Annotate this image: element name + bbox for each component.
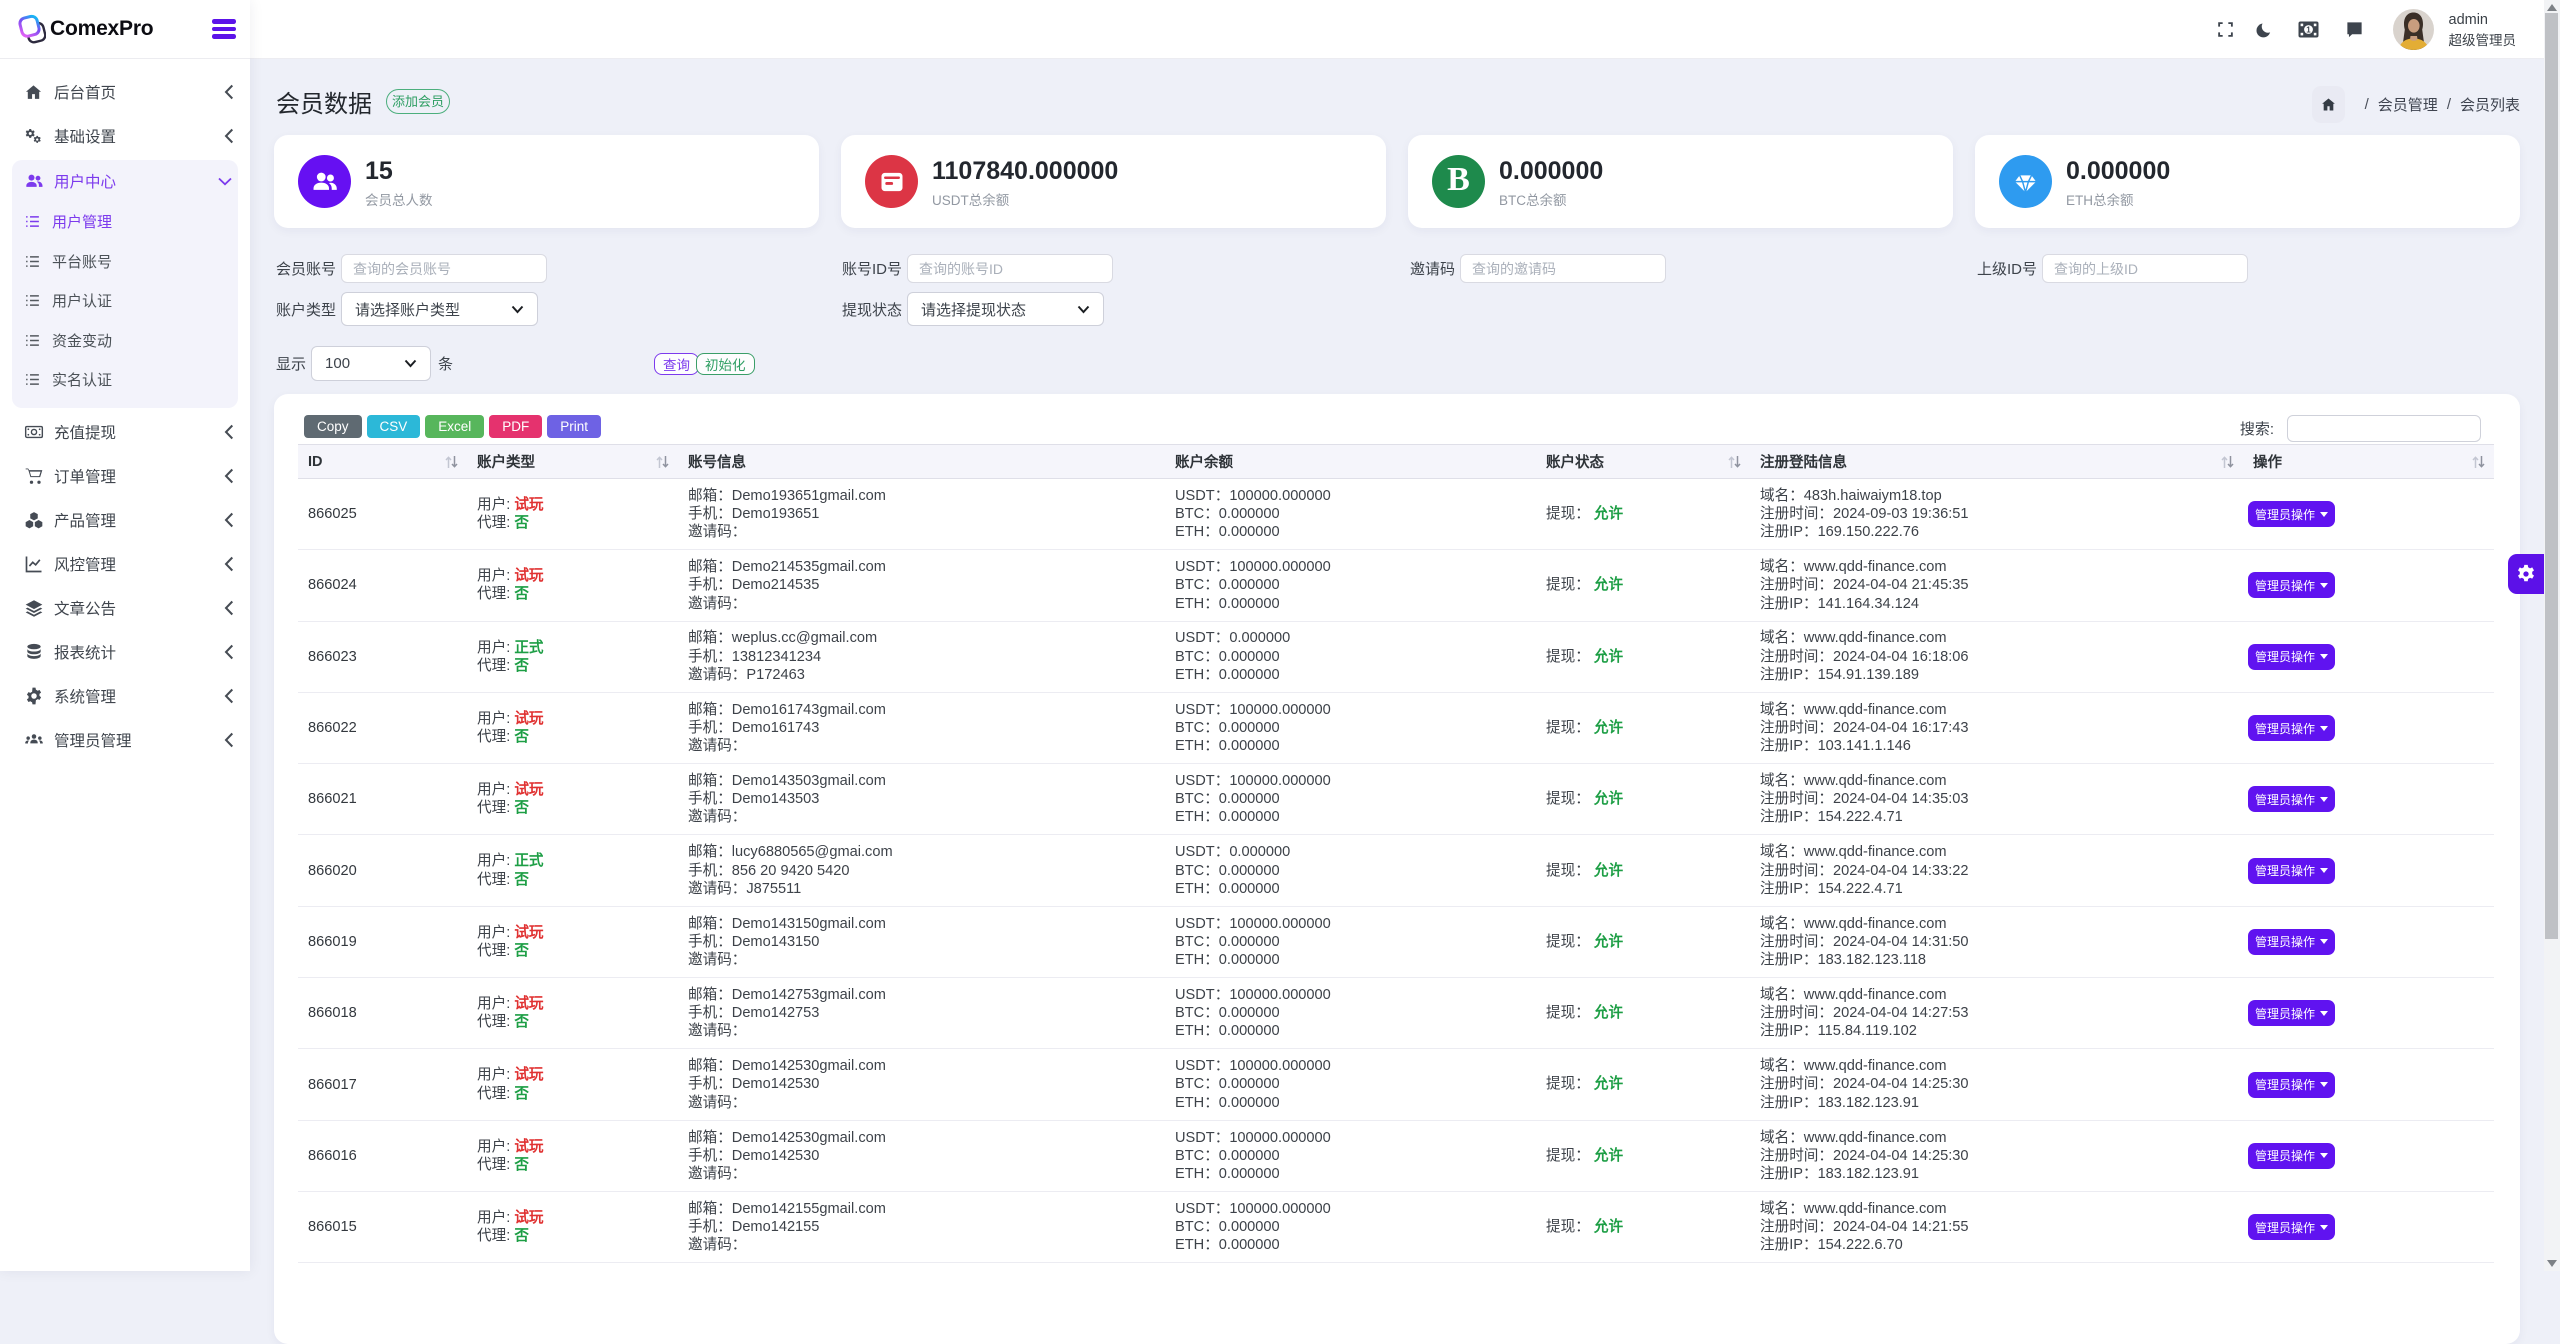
svg-text:1: 1 [2306,25,2311,34]
